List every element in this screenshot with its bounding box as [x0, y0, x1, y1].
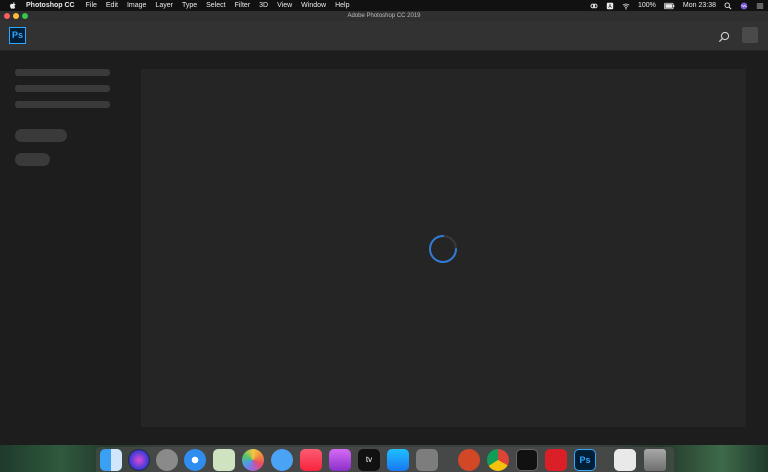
skeleton-line	[15, 85, 110, 92]
menu-view[interactable]: View	[277, 0, 292, 11]
window-controls	[4, 13, 28, 19]
menu-edit[interactable]: Edit	[106, 0, 118, 11]
music-icon[interactable]	[300, 449, 322, 471]
terminal-icon[interactable]	[516, 449, 538, 471]
skeleton-button	[15, 129, 67, 142]
menu-file[interactable]: File	[86, 0, 97, 11]
left-sidebar-skeleton	[0, 51, 130, 445]
menu-3d[interactable]: 3D	[259, 0, 268, 11]
photoshop-logo-icon[interactable]: Ps	[9, 27, 26, 44]
tv-icon[interactable]: tv	[358, 449, 380, 471]
chrome-icon[interactable]	[487, 449, 509, 471]
menu-filter[interactable]: Filter	[235, 0, 251, 11]
messages-icon[interactable]	[271, 449, 293, 471]
skeleton-button	[15, 153, 50, 166]
siri-icon[interactable]	[128, 449, 150, 471]
skeleton-line	[15, 101, 110, 108]
podcasts-icon[interactable]	[329, 449, 351, 471]
menu-bar: Photoshop CC File Edit Image Layer Type …	[0, 0, 768, 11]
finder-icon[interactable]	[100, 449, 122, 471]
keyboard-input-icon[interactable]: A	[606, 2, 614, 10]
skeleton-line	[15, 69, 110, 76]
launchpad-icon[interactable]	[156, 449, 178, 471]
apple-icon[interactable]	[10, 2, 16, 9]
menu-type[interactable]: Type	[182, 0, 197, 11]
wifi-icon[interactable]	[622, 2, 630, 10]
maximize-window-button[interactable]	[22, 13, 28, 19]
menu-app-name[interactable]: Photoshop CC	[26, 0, 75, 11]
powerpoint-icon[interactable]	[458, 449, 480, 471]
safari-icon[interactable]	[184, 449, 206, 471]
battery-icon[interactable]	[663, 2, 675, 10]
app-header: Ps	[0, 21, 768, 51]
main-content-area	[141, 69, 746, 427]
menu-image[interactable]: Image	[127, 0, 146, 11]
window-title-bar: Adobe Photoshop CC 2019	[0, 11, 768, 21]
photoshop-icon[interactable]: Ps	[574, 449, 596, 471]
creative-cloud-status-icon[interactable]	[590, 2, 598, 10]
window-title: Adobe Photoshop CC 2019	[347, 13, 421, 19]
avatar[interactable]	[742, 27, 758, 43]
notification-center-icon[interactable]	[756, 2, 764, 10]
trash-icon[interactable]	[644, 449, 666, 471]
creative-cloud-icon[interactable]	[545, 449, 567, 471]
status-area: A 100% Mon 23:38	[590, 0, 764, 11]
menu-help[interactable]: Help	[335, 0, 349, 11]
preview-icon[interactable]	[213, 449, 235, 471]
loading-spinner-icon	[429, 235, 457, 263]
clock[interactable]: Mon 23:38	[683, 0, 716, 11]
close-window-button[interactable]	[4, 13, 10, 19]
keyboard-viewer-icon[interactable]	[614, 449, 636, 471]
menu-layer[interactable]: Layer	[155, 0, 173, 11]
photos-icon[interactable]	[242, 449, 264, 471]
menu-window[interactable]: Window	[301, 0, 326, 11]
search-icon[interactable]	[718, 31, 730, 43]
system-preferences-icon[interactable]	[416, 449, 438, 471]
spotlight-search-icon[interactable]	[724, 2, 732, 10]
menu-select[interactable]: Select	[206, 0, 225, 11]
siri-menu-icon[interactable]	[740, 2, 748, 10]
app-store-icon[interactable]	[387, 449, 409, 471]
minimize-window-button[interactable]	[13, 13, 19, 19]
battery-percentage[interactable]: 100%	[638, 0, 656, 11]
